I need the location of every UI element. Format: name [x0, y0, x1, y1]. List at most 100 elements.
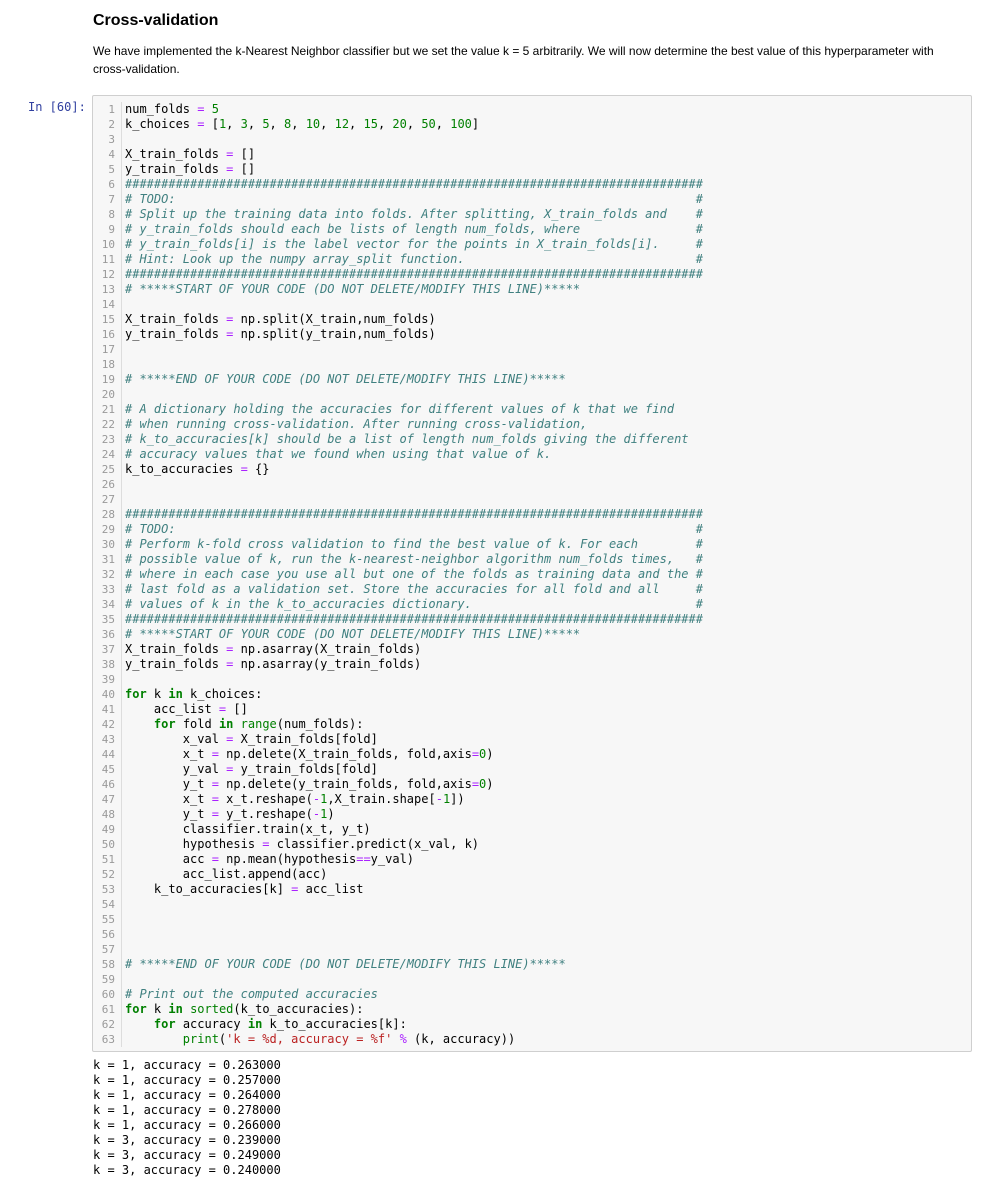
code-line[interactable]: 34 # values of k in the k_to_accuracies d…: [93, 597, 971, 612]
line-number: 52: [101, 868, 115, 881]
code-line[interactable]: 33 # last fold as a validation set. Store…: [93, 582, 971, 597]
code-line[interactable]: 18: [93, 357, 971, 372]
code-text: # Perform k-fold cross validation to fin…: [125, 537, 703, 551]
line-number: 1: [108, 103, 115, 116]
code-text: for k in k_choices:: [125, 687, 263, 701]
code-line[interactable]: 48 y_t = y_t.reshape(-1): [93, 807, 971, 822]
line-number: 25: [101, 463, 115, 476]
code-cell-editor[interactable]: 1 num_folds = 5 2 k_choices = [1, 3, 5, 8, …: [92, 95, 972, 1052]
code-line[interactable]: 51 acc = np.mean(hypothesis==y_val): [93, 852, 971, 867]
code-line[interactable]: 32 # where in each case you use all but o…: [93, 567, 971, 582]
code-line[interactable]: 55: [93, 912, 971, 927]
code-line[interactable]: 15 X_train_folds = np.split(X_train,num_f…: [93, 312, 971, 327]
code-line[interactable]: 21 # A dictionary holding the accuracies …: [93, 402, 971, 417]
line-number: 13: [101, 283, 115, 296]
code-line[interactable]: 2 k_choices = [1, 3, 5, 8, 10, 12, 15, 20…: [93, 117, 971, 132]
code-line[interactable]: 54: [93, 897, 971, 912]
code-text: k_to_accuracies[k] = acc_list: [125, 882, 364, 896]
code-line[interactable]: 31 # possible value of k, run the k-neare…: [93, 552, 971, 567]
code-text: y_t = y_t.reshape(-1): [125, 807, 335, 821]
code-line[interactable]: 44 x_t = np.delete(X_train_folds, fold,a…: [93, 747, 971, 762]
code-line[interactable]: 3: [93, 132, 971, 147]
code-text: y_train_folds = []: [125, 162, 256, 176]
code-text: ########################################…: [125, 267, 703, 281]
code-line[interactable]: 16 y_train_folds = np.split(y_train,num_f…: [93, 327, 971, 342]
code-line[interactable]: 43 x_val = X_train_folds[fold]: [93, 732, 971, 747]
code-line[interactable]: 40 for k in k_choices:: [93, 687, 971, 702]
code-line[interactable]: 9 # y_train_folds should each be lists of…: [93, 222, 971, 237]
code-line[interactable]: 24 # accuracy values that we found when u…: [93, 447, 971, 462]
code-line[interactable]: 12 ######################################…: [93, 267, 971, 282]
code-line[interactable]: 46 y_t = np.delete(y_train_folds, fold,a…: [93, 777, 971, 792]
code-line[interactable]: 35 ######################################…: [93, 612, 971, 627]
code-line[interactable]: 5 y_train_folds = []: [93, 162, 971, 177]
code-text: x_t = np.delete(X_train_folds, fold,axis…: [125, 747, 494, 761]
code-line[interactable]: 61 for k in sorted(k_to_accuracies):: [93, 1002, 971, 1017]
code-line[interactable]: 57: [93, 942, 971, 957]
line-number: 11: [101, 253, 115, 266]
code-line[interactable]: 47 x_t = x_t.reshape(-1,X_train.shape[-1…: [93, 792, 971, 807]
code-text: # *****END OF YOUR CODE (DO NOT DELETE/M…: [125, 957, 566, 971]
code-line[interactable]: 56: [93, 927, 971, 942]
code-line[interactable]: 23 # k_to_accuracies[k] should be a list …: [93, 432, 971, 447]
line-number: 42: [101, 718, 115, 731]
line-number: 10: [101, 238, 115, 251]
code-line[interactable]: 36 # *****START OF YOUR CODE (DO NOT DELE…: [93, 627, 971, 642]
code-text: k_to_accuracies = {}: [125, 462, 270, 476]
code-text: hypothesis = classifier.predict(x_val, k…: [125, 837, 480, 851]
code-line[interactable]: 20: [93, 387, 971, 402]
code-line[interactable]: 19 # *****END OF YOUR CODE (DO NOT DELETE…: [93, 372, 971, 387]
code-line[interactable]: 17: [93, 342, 971, 357]
line-number: 34: [101, 598, 115, 611]
code-text: X_train_folds = np.asarray(X_train_folds…: [125, 642, 422, 656]
code-line[interactable]: 26: [93, 477, 971, 492]
code-line[interactable]: 8 # Split up the training data into folds…: [93, 207, 971, 222]
output-line: k = 1, accuracy = 0.257000: [93, 1073, 281, 1087]
code-text: for k in sorted(k_to_accuracies):: [125, 1002, 364, 1016]
code-line[interactable]: 53 k_to_accuracies[k] = acc_list: [93, 882, 971, 897]
code-line[interactable]: 49 classifier.train(x_t, y_t): [93, 822, 971, 837]
code-line[interactable]: 38 y_train_folds = np.asarray(y_train_fol…: [93, 657, 971, 672]
code-text: X_train_folds = np.split(X_train,num_fol…: [125, 312, 436, 326]
code-line[interactable]: 58 # *****END OF YOUR CODE (DO NOT DELETE…: [93, 957, 971, 972]
code-line[interactable]: 37 X_train_folds = np.asarray(X_train_fol…: [93, 642, 971, 657]
code-line[interactable]: 22 # when running cross-validation. After…: [93, 417, 971, 432]
code-line[interactable]: 59: [93, 972, 971, 987]
code-line[interactable]: 50 hypothesis = classifier.predict(x_val…: [93, 837, 971, 852]
code-line[interactable]: 60 # Print out the computed accuracies: [93, 987, 971, 1002]
code-line[interactable]: 41 acc_list = []: [93, 702, 971, 717]
code-line[interactable]: 42 for fold in range(num_folds):: [93, 717, 971, 732]
code-line[interactable]: 52 acc_list.append(acc): [93, 867, 971, 882]
code-line[interactable]: 13 # *****START OF YOUR CODE (DO NOT DELE…: [93, 282, 971, 297]
code-line[interactable]: 30 # Perform k-fold cross validation to f…: [93, 537, 971, 552]
code-line[interactable]: 1 num_folds = 5: [93, 102, 971, 117]
code-line[interactable]: 62 for accuracy in k_to_accuracies[k]:: [93, 1017, 971, 1032]
code-line[interactable]: 25 k_to_accuracies = {}: [93, 462, 971, 477]
line-number: 9: [108, 223, 115, 236]
code-text: # last fold as a validation set. Store t…: [125, 582, 703, 596]
output-line: k = 1, accuracy = 0.278000: [93, 1103, 281, 1117]
code-line[interactable]: 11 # Hint: Look up the numpy array_split …: [93, 252, 971, 267]
section-title: Cross-validation: [93, 12, 219, 29]
code-line[interactable]: 10 # y_train_folds[i] is the label vector…: [93, 237, 971, 252]
code-text: classifier.train(x_t, y_t): [125, 822, 371, 836]
code-line[interactable]: 27: [93, 492, 971, 507]
code-line[interactable]: 28 ######################################…: [93, 507, 971, 522]
line-number: 17: [101, 343, 115, 356]
line-number: 38: [101, 658, 115, 671]
line-number: 41: [101, 703, 115, 716]
code-line[interactable]: 14: [93, 297, 971, 312]
code-text: ########################################…: [125, 507, 703, 521]
code-line[interactable]: 63 print('k = %d, accuracy = %f' % (k, a…: [93, 1032, 971, 1047]
code-lines[interactable]: 1 num_folds = 5 2 k_choices = [1, 3, 5, 8, …: [93, 102, 971, 1047]
code-line[interactable]: 29 # TODO: #: [93, 522, 971, 537]
line-number: 59: [101, 973, 115, 986]
line-number: 18: [101, 358, 115, 371]
code-line[interactable]: 7 # TODO: #: [93, 192, 971, 207]
code-line[interactable]: 45 y_val = y_train_folds[fold]: [93, 762, 971, 777]
code-line[interactable]: 6 #######################################…: [93, 177, 971, 192]
code-line[interactable]: 39: [93, 672, 971, 687]
code-text: # Hint: Look up the numpy array_split fu…: [125, 252, 703, 266]
code-text: ########################################…: [125, 612, 703, 626]
code-line[interactable]: 4 X_train_folds = []: [93, 147, 971, 162]
